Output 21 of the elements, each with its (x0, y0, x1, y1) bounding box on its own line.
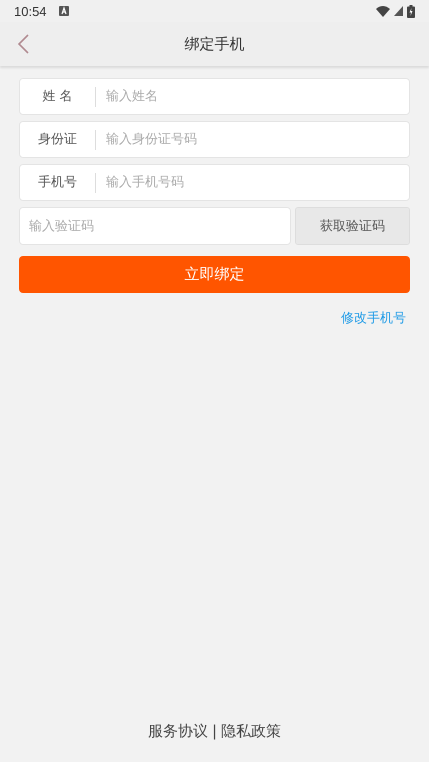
code-input-field[interactable]: 输入验证码 (19, 207, 291, 245)
input-field[interactable]: 输入姓名 (96, 79, 409, 114)
field-label: 手机号 (20, 172, 96, 192)
get-code-button[interactable]: 获取验证码 (295, 207, 410, 245)
form-field[interactable]: 身份证 输入身份证号码 (19, 121, 410, 158)
privacy-policy-link[interactable]: 隐私政策 (221, 722, 282, 741)
wifi-icon (376, 6, 390, 16)
notification-icon (58, 6, 69, 16)
service-agreement-link[interactable]: 服务协议 (148, 722, 208, 741)
form-field[interactable]: 手机号 输入手机号码 (19, 164, 410, 201)
status-time: 10:54 (14, 4, 47, 18)
input-field[interactable]: 输入身份证号码 (96, 122, 409, 157)
form-field[interactable]: 姓 名 输入姓名 (19, 78, 410, 115)
signal-icon (394, 6, 403, 16)
field-label: 身份证 (20, 130, 96, 150)
separator: | (212, 722, 218, 740)
battery-icon (407, 4, 415, 18)
input-field[interactable]: 输入手机号码 (96, 165, 409, 200)
page-title: 绑定手机 (184, 34, 244, 54)
field-label: 姓 名 (20, 86, 96, 106)
back-icon[interactable] (17, 34, 29, 54)
